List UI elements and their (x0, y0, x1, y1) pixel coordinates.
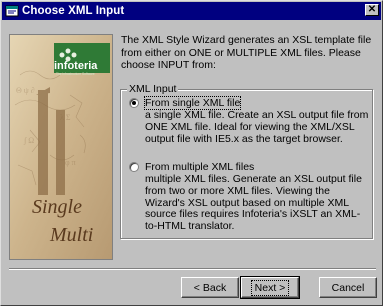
single-description: a single XML file. Create an XSL output … (145, 109, 369, 145)
button-separator (9, 268, 376, 270)
intro-text: The XML Style Wizard generates an XSL te… (121, 34, 372, 71)
group-label: XML Input (127, 83, 179, 95)
radio-single-label[interactable]: From single XML file (143, 96, 242, 110)
next-button[interactable]: Next > (240, 276, 300, 299)
close-icon: ✕ (367, 4, 377, 15)
svg-text:Θ ψ ∂: Θ ψ ∂ (16, 86, 35, 95)
next-button-label: Next > (250, 279, 290, 296)
radio-multiple-indicator[interactable] (129, 162, 139, 172)
logo-text: infoteria (54, 60, 98, 72)
radio-multiple[interactable]: From multiple XML files (129, 161, 254, 173)
window-title: Choose XML Input (22, 5, 125, 17)
radio-single-indicator[interactable] (129, 98, 139, 108)
xml-app-icon (5, 4, 19, 18)
back-button[interactable]: < Back (181, 277, 239, 298)
art-word-multi: Multi (49, 224, 93, 246)
radio-single[interactable]: From single XML file (129, 96, 242, 110)
back-button-label: < Back (193, 281, 227, 294)
svg-text:∫ Ω: ∫ Ω (23, 136, 34, 145)
cancel-button-label: Cancel (331, 281, 365, 294)
title-bar[interactable]: Choose XML Input ✕ (2, 2, 381, 20)
radio-selected-dot (132, 101, 136, 105)
xml-input-group: XML Input From single XML file a single … (120, 83, 373, 239)
dialog-window: Choose XML Input ✕ Θ ψ ∂ λ Σ ∫ Ω φ π inf… (0, 0, 383, 306)
multiple-description: multiple XML files. Generate an XSL outp… (145, 173, 362, 233)
svg-text:φ π: φ π (65, 158, 76, 167)
wizard-artwork: Θ ψ ∂ λ Σ ∫ Ω φ π infoteria The Infrastr… (9, 34, 113, 260)
close-button[interactable]: ✕ (365, 4, 379, 16)
art-word-single: Single (32, 196, 82, 218)
logo-subtext: The Infrastructure Software (56, 72, 95, 76)
radio-multiple-label[interactable]: From multiple XML files (145, 161, 254, 173)
cancel-button[interactable]: Cancel (319, 277, 377, 298)
